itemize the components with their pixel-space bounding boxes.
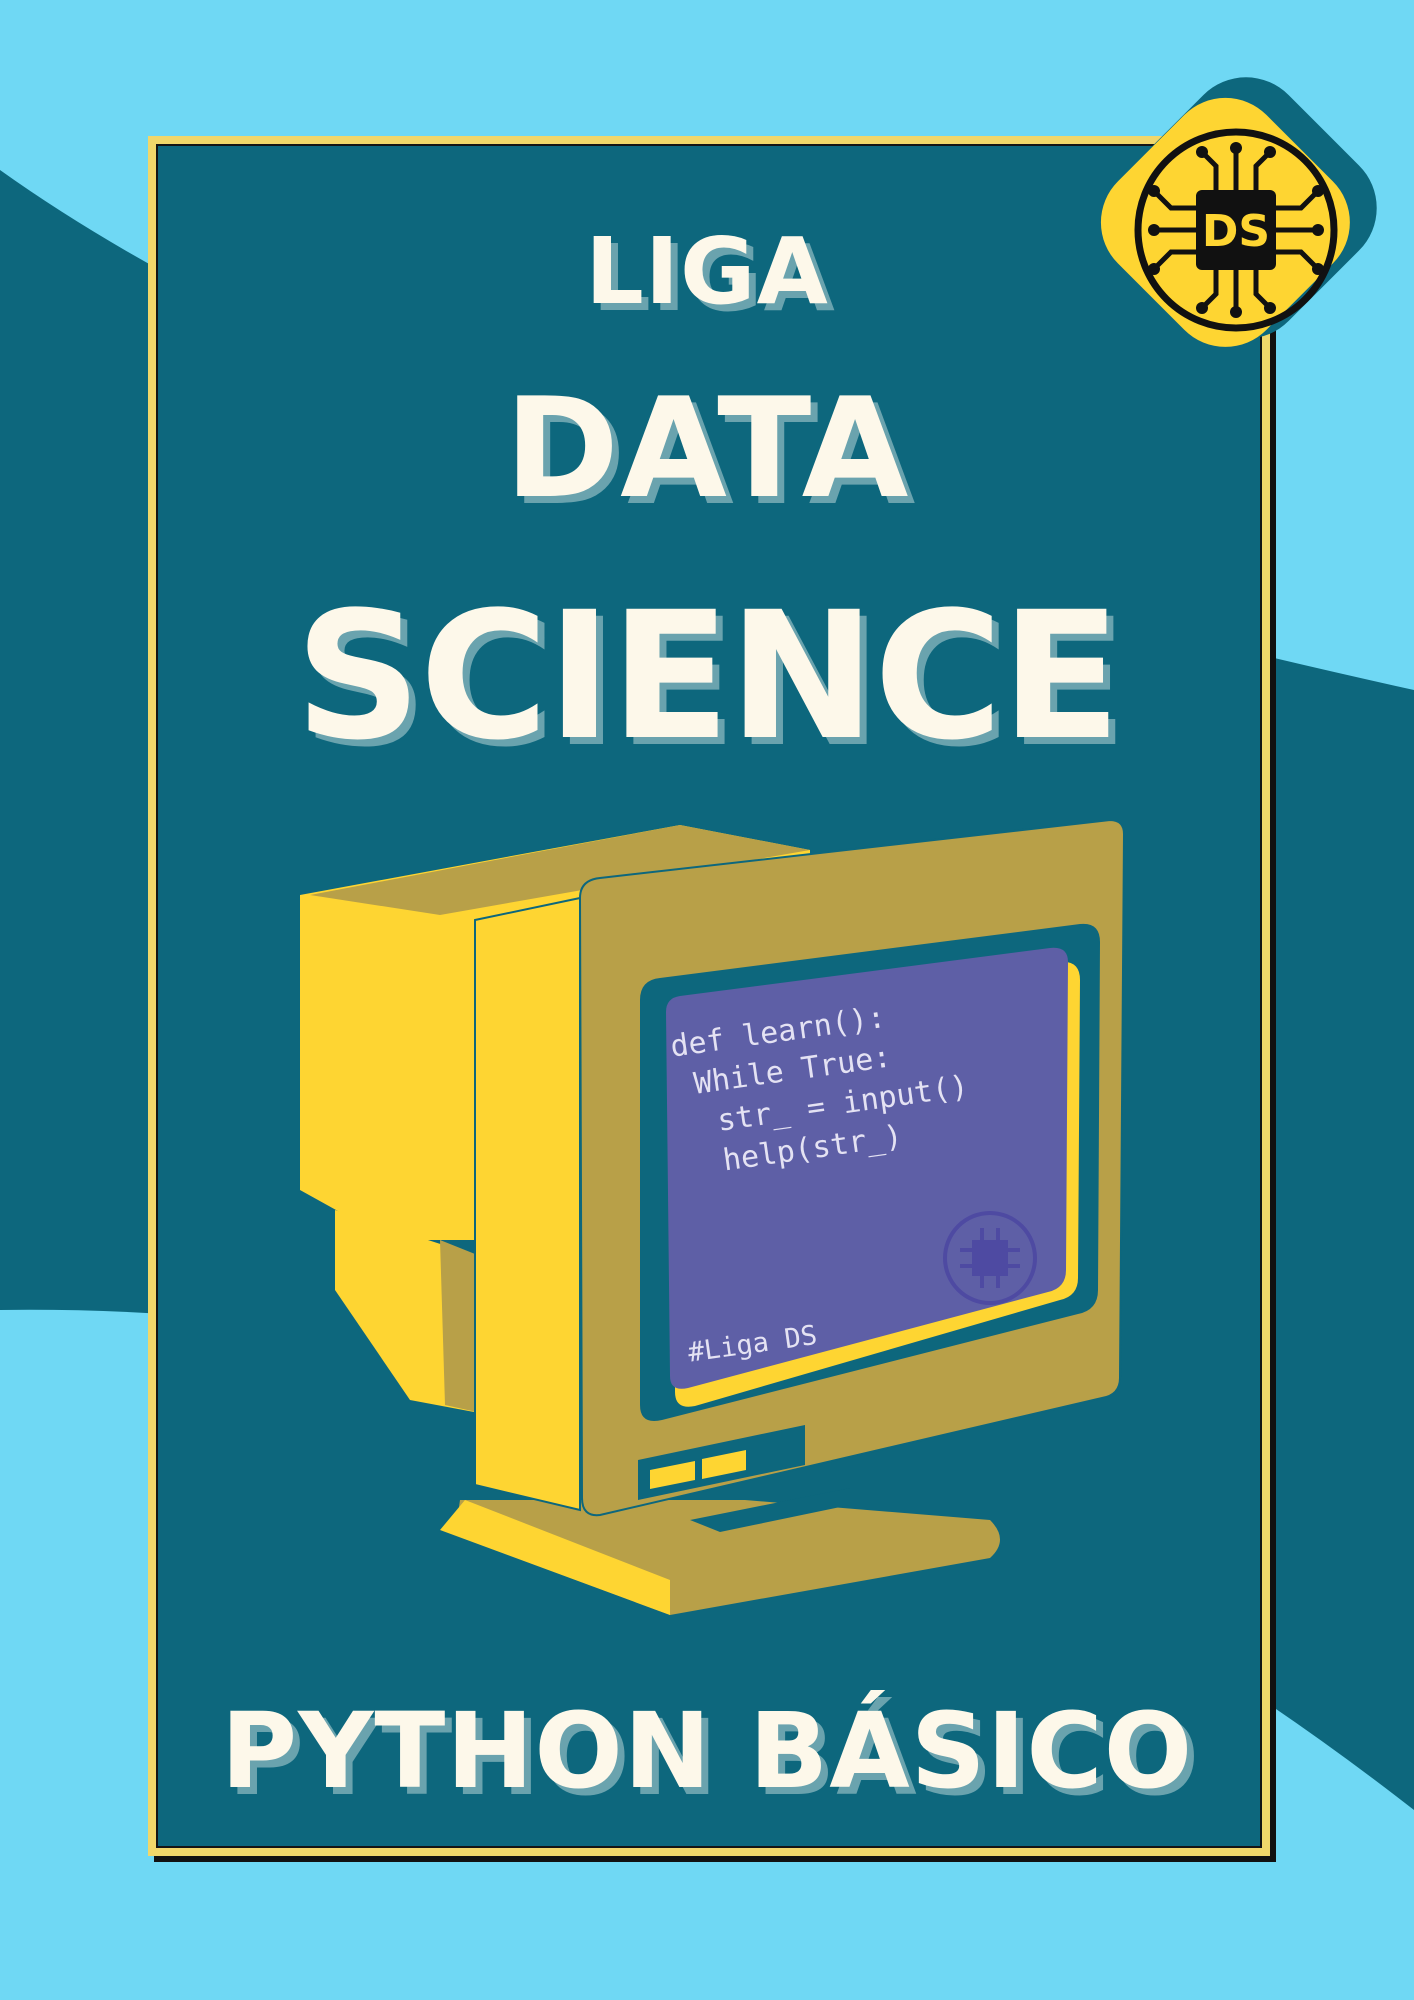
title-science: SCIENCE [294,574,1121,779]
subtitle-python-basico: PYTHON BÁSICO [220,1690,1194,1812]
ds-badge: DS [1100,77,1377,347]
monitor-side [474,896,581,1512]
badge-label: DS [1202,206,1270,257]
retro-computer-illustration [300,820,1126,1615]
chip-circuit-icon: DS [1134,128,1338,332]
